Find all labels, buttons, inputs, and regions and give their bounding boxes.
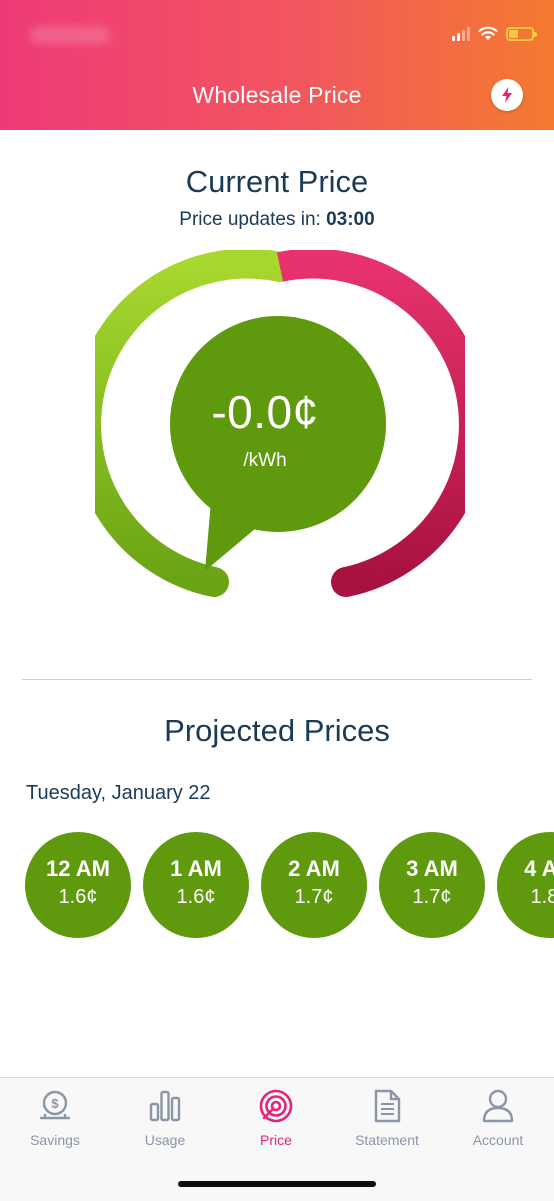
price-hour-value: 1.8¢ bbox=[530, 886, 554, 908]
tab-statement[interactable]: Statement bbox=[332, 1088, 442, 1150]
projected-date: Tuesday, January 22 bbox=[26, 782, 211, 804]
tab-savings[interactable]: $ Savings bbox=[0, 1088, 110, 1150]
price-hour-label: 1 AM bbox=[170, 856, 222, 881]
tab-label: Price bbox=[260, 1132, 292, 1148]
status-bar-time bbox=[30, 26, 110, 44]
wifi-icon bbox=[478, 26, 498, 40]
price-hour-value: 1.6¢ bbox=[176, 886, 216, 908]
status-bar-icons bbox=[452, 22, 537, 46]
tab-price[interactable]: Price bbox=[221, 1088, 331, 1150]
svg-text:$: $ bbox=[51, 1096, 59, 1111]
header-title: Wholesale Price bbox=[192, 82, 362, 108]
price-hour-label: 2 AM bbox=[288, 856, 340, 881]
price-hour-value: 1.6¢ bbox=[58, 886, 98, 908]
tab-label: Savings bbox=[30, 1132, 80, 1148]
price-update-countdown: Price updates in: 03:00 bbox=[0, 209, 554, 231]
price-hour-label: 4 AM bbox=[524, 856, 554, 881]
tab-account[interactable]: Account bbox=[443, 1088, 553, 1150]
price-hour-item[interactable]: 2 AM 1.7¢ bbox=[261, 832, 367, 938]
tab-usage[interactable]: Usage bbox=[110, 1088, 220, 1150]
price-hour-label: 12 AM bbox=[46, 856, 110, 881]
price-hour-item[interactable]: 12 AM 1.6¢ bbox=[25, 832, 131, 938]
signal-icon bbox=[452, 27, 470, 41]
projected-prices-title: Projected Prices bbox=[164, 713, 390, 748]
bolt-button[interactable] bbox=[491, 79, 523, 111]
document-icon bbox=[374, 1089, 401, 1123]
tab-label: Account bbox=[472, 1132, 524, 1148]
updates-label: Price updates in: bbox=[179, 209, 321, 230]
user-icon bbox=[482, 1089, 514, 1123]
piggy-bank-icon: $ bbox=[39, 1090, 71, 1120]
price-hour-item[interactable]: 3 AM 1.7¢ bbox=[379, 832, 485, 938]
projected-price-list[interactable]: 12 AM 1.6¢ 1 AM 1.6¢ 2 AM 1.7¢ 3 AM 1.7¢… bbox=[0, 832, 554, 938]
price-gauge-icon bbox=[259, 1089, 293, 1123]
price-hour-item[interactable]: 4 AM 1.8¢ bbox=[497, 832, 554, 938]
tab-label: Usage bbox=[144, 1132, 186, 1148]
bar-chart-icon bbox=[149, 1090, 181, 1122]
section-divider bbox=[22, 679, 532, 680]
price-hour-item[interactable]: 1 AM 1.6¢ bbox=[143, 832, 249, 938]
bolt-icon bbox=[502, 87, 512, 103]
current-price-unit: /kWh bbox=[243, 450, 287, 471]
countdown-value: 03:00 bbox=[326, 209, 375, 230]
battery-charging-icon bbox=[506, 27, 537, 41]
current-price-title: Current Price bbox=[185, 164, 369, 199]
price-hour-value: 1.7¢ bbox=[412, 886, 452, 908]
current-price-value: -0.0¢ bbox=[211, 386, 319, 438]
app-header: Wholesale Price bbox=[0, 0, 554, 130]
tab-label: Statement bbox=[355, 1132, 419, 1148]
home-indicator[interactable] bbox=[178, 1181, 376, 1187]
price-hour-value: 1.7¢ bbox=[294, 886, 334, 908]
price-hour-label: 3 AM bbox=[406, 856, 458, 881]
